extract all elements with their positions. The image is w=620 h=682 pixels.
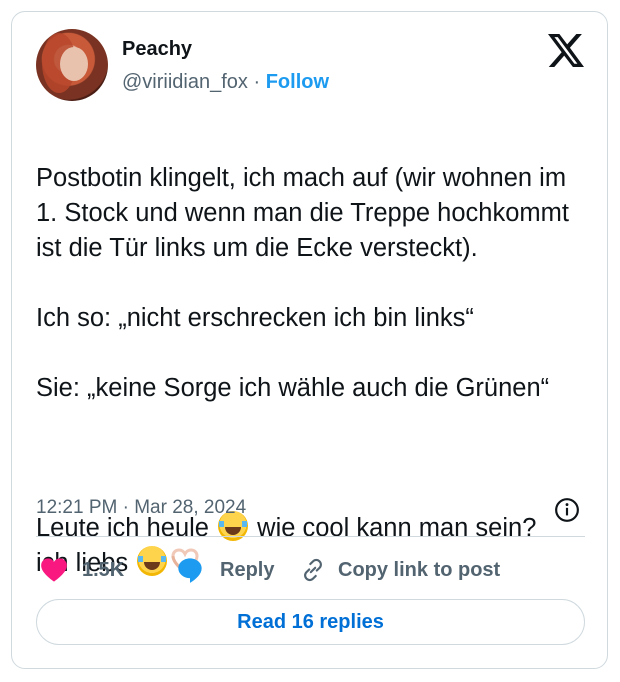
avatar[interactable] (36, 29, 108, 101)
tweet-timestamp[interactable]: 12:21 PM · Mar 28, 2024 (36, 497, 246, 519)
like-count: 1.5K (82, 558, 125, 581)
reply-bubble-icon (178, 558, 202, 583)
link-icon (304, 558, 322, 582)
tweet-line-2: Ich so: „nicht erschrecken ich bin links… (36, 304, 474, 332)
heart-icon (41, 558, 67, 582)
reply-label: Reply (220, 558, 275, 581)
tweet-line-3: Sie: „keine Sorge ich wähle auch die Grü… (36, 374, 550, 402)
handle-separator: · (253, 71, 261, 93)
copy-link-button[interactable]: Copy link to post (300, 554, 500, 586)
x-logo-icon[interactable] (548, 34, 584, 67)
tweet-line-1: Postbotin klingelt, ich mach auf (wir wo… (36, 164, 569, 262)
reply-button[interactable]: Reply (176, 554, 274, 586)
read-replies-button[interactable]: Read 16 replies (36, 599, 585, 645)
divider (36, 536, 585, 537)
avatar-face (60, 47, 88, 81)
like-button[interactable]: 1.5K (40, 554, 124, 586)
tweet-card: Peachy @viriidian_fox · Follow Postbotin… (11, 11, 608, 669)
author-handle-row: @viriidian_fox · Follow (122, 71, 329, 94)
tweet-text: Postbotin klingelt, ich mach auf (wir wo… (36, 126, 576, 616)
copy-link-label: Copy link to post (338, 558, 501, 581)
action-bar: 1.5K Reply Copy link to post (36, 554, 586, 586)
follow-button[interactable]: Follow (266, 71, 329, 93)
author-name[interactable]: Peachy (122, 38, 192, 61)
author-handle[interactable]: @viriidian_fox (122, 71, 248, 93)
info-icon[interactable] (554, 497, 580, 523)
